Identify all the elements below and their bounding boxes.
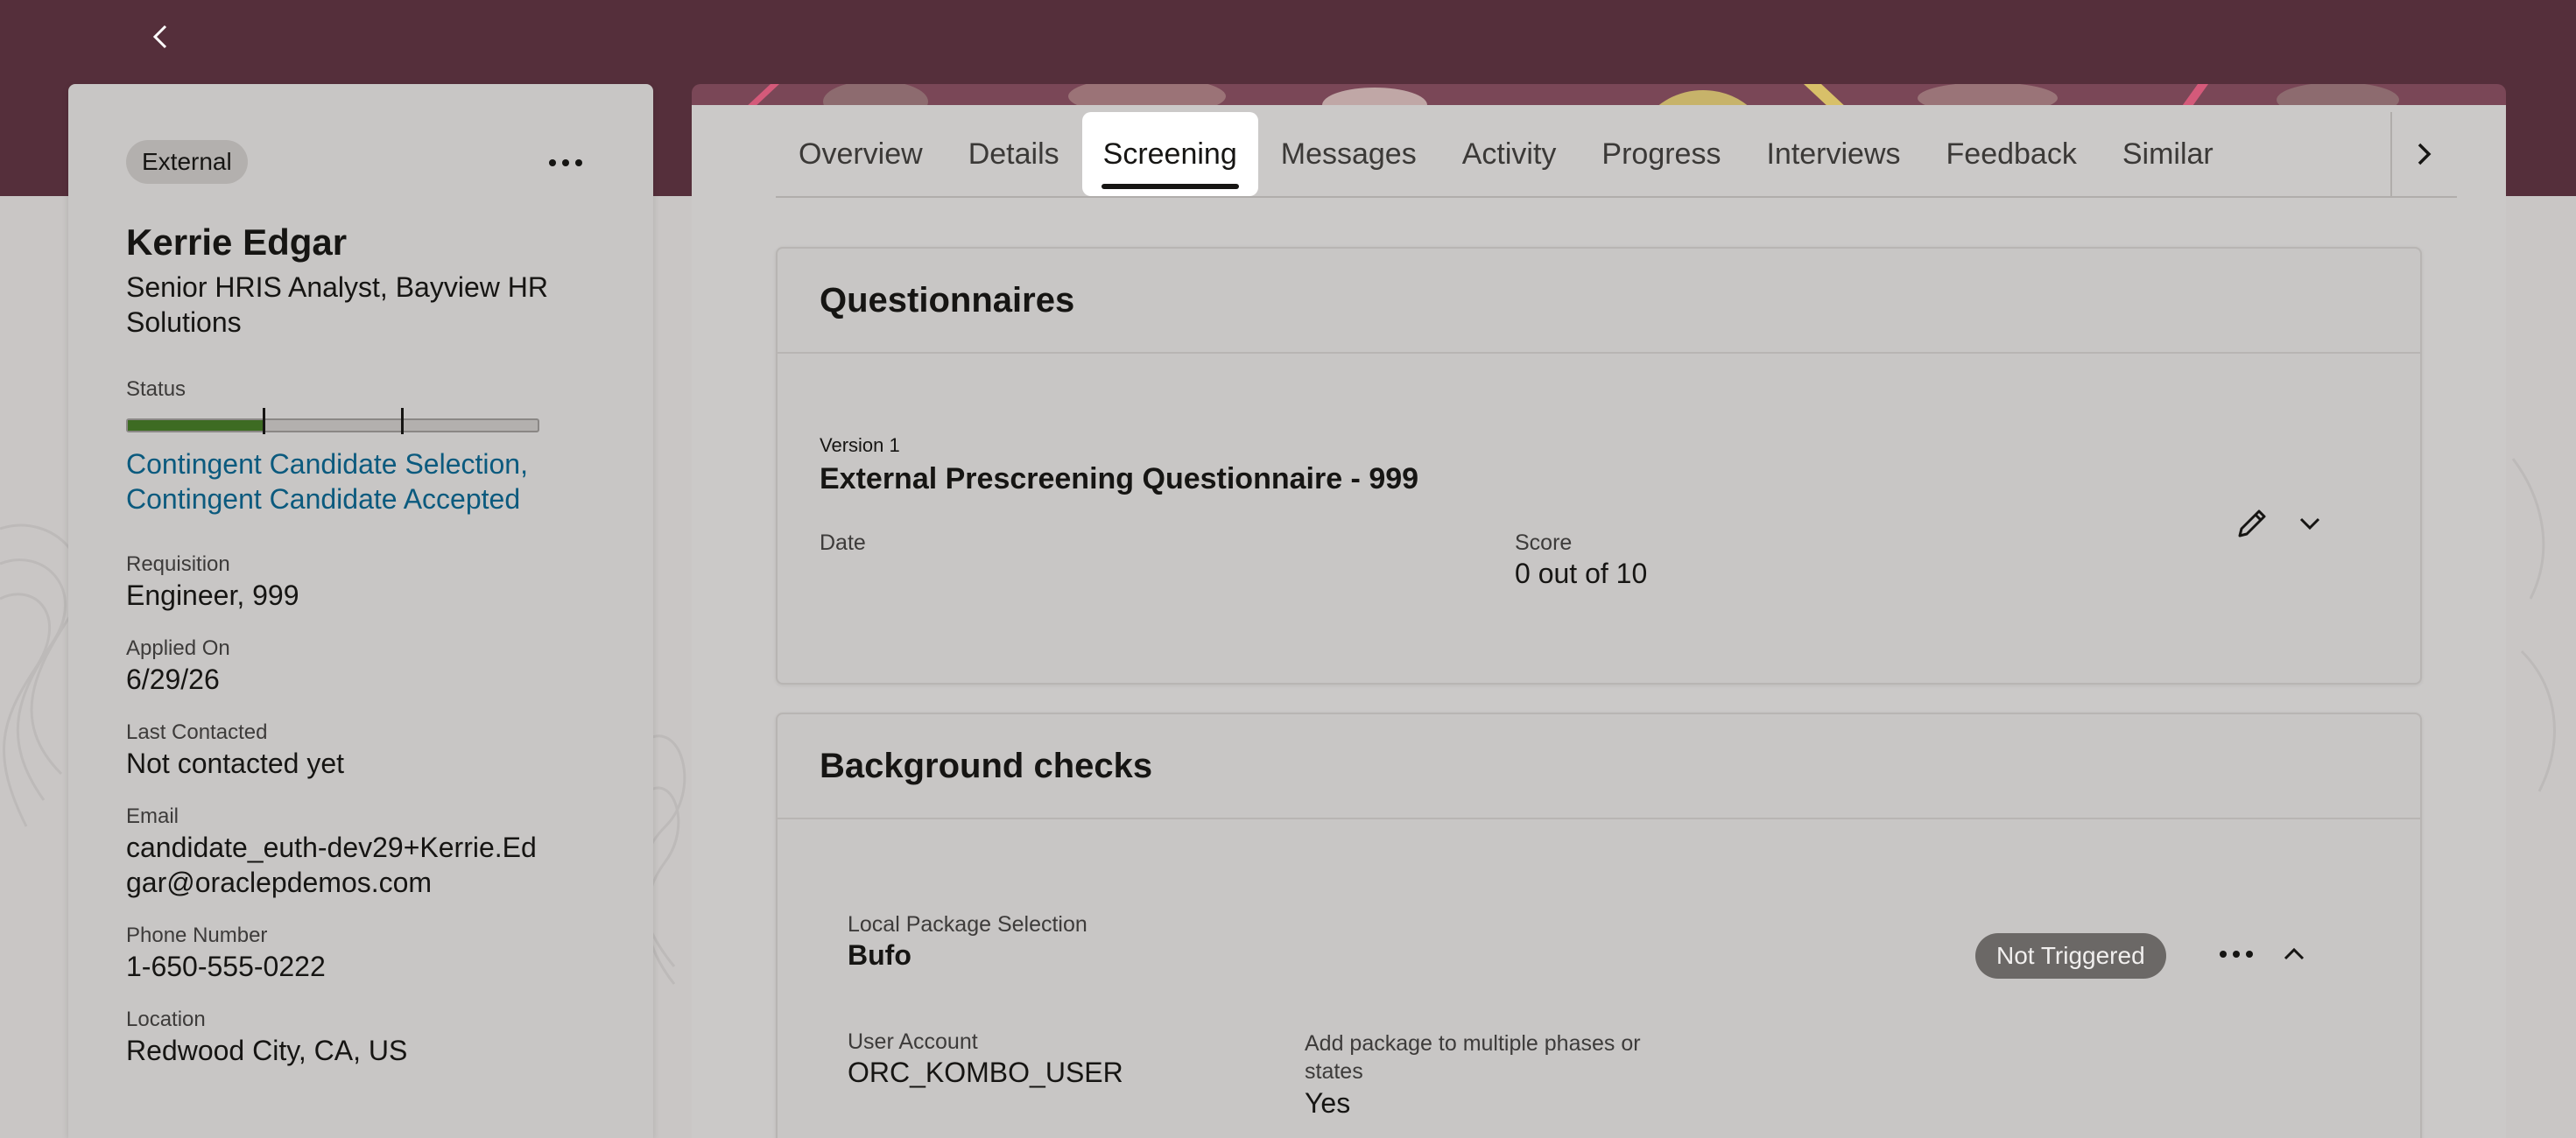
location-label: Location: [126, 1008, 206, 1032]
tab-messages[interactable]: Messages: [1258, 112, 1439, 196]
tab-feedback[interactable]: Feedback: [1924, 112, 2100, 196]
more-horizontal-icon: [549, 159, 582, 166]
status-progress-fill: [128, 420, 264, 432]
tab-progress[interactable]: Progress: [1579, 112, 1743, 196]
status-label: Status: [126, 377, 187, 402]
applied-on-label: Applied On: [126, 636, 230, 661]
source-badge: External: [126, 140, 248, 184]
pencil-icon: [2238, 509, 2266, 537]
email-label: Email: [126, 804, 179, 829]
questionnaire-date: Date: [820, 530, 866, 556]
last-contacted-label: Last Contacted: [126, 720, 268, 745]
tab-overview[interactable]: Overview: [776, 112, 946, 196]
candidate-title: Senior HRIS Analyst, Bayview HR Solution…: [126, 271, 548, 339]
multi-phase-field: Add package to multiple phases or states…: [1305, 1029, 1672, 1120]
chevron-left-icon: [152, 25, 167, 49]
expand-questionnaire-button[interactable]: [2289, 502, 2331, 544]
status-tick: [263, 408, 265, 435]
chevron-up-icon: [2284, 947, 2305, 960]
more-horizontal-icon: [2220, 951, 2253, 958]
applied-on-value: 6/29/26: [126, 664, 220, 696]
tab-similar[interactable]: Similar: [2100, 112, 2236, 196]
date-label: Date: [820, 530, 866, 555]
background-checks-heading: Background checks: [778, 714, 2420, 819]
tab-activity[interactable]: Activity: [1439, 112, 1580, 196]
tab-details[interactable]: Details: [946, 112, 1082, 196]
location-value: Redwood City, CA, US: [126, 1035, 408, 1067]
score-value: 0 out of 10: [1515, 558, 1648, 589]
status-badge: Not Triggered: [1975, 933, 2166, 979]
main-content-panel: Overview Details Screening Messages Acti…: [692, 105, 2506, 1138]
chevron-down-icon: [2299, 517, 2320, 530]
chevron-right-icon: [2418, 143, 2432, 165]
user-account-value: ORC_KOMBO_USER: [848, 1057, 1123, 1088]
tab-interviews[interactable]: Interviews: [1743, 112, 1923, 196]
package-more-actions-button[interactable]: [2210, 930, 2263, 979]
email-value: candidate_euth-dev29+Kerrie.Edgar@oracle…: [126, 832, 537, 899]
version-label: Version 1: [820, 434, 900, 456]
package-selection: Local Package Selection Bufo: [848, 912, 1087, 973]
last-contacted-value: Not contacted yet: [126, 748, 345, 780]
questionnaire-version: Version 1 External Prescreening Question…: [820, 434, 1418, 496]
user-account-label: User Account: [848, 1029, 978, 1054]
status-link[interactable]: Contingent Candidate Selection, Continge…: [126, 446, 573, 516]
requisition-label: Requisition: [126, 552, 230, 577]
questionnaire-title: External Prescreening Questionnaire - 99…: [820, 462, 1419, 495]
candidate-name: Kerrie Edgar: [126, 221, 348, 263]
status-progress-bar: [126, 408, 539, 435]
tab-screening[interactable]: Screening: [1081, 112, 1258, 196]
status-tick: [401, 408, 404, 435]
questionnaires-card: Questionnaires Version 1 External Prescr…: [776, 247, 2422, 685]
user-account-field: User Account ORC_KOMBO_USER: [848, 1029, 1123, 1090]
tab-bar: Overview Details Screening Messages Acti…: [776, 112, 2457, 198]
multi-phase-value: Yes: [1305, 1087, 1351, 1119]
back-button[interactable]: [140, 16, 182, 58]
score-label: Score: [1515, 530, 1573, 555]
tabs-scroll-right-button[interactable]: [2390, 112, 2457, 196]
phone-value: 1-650-555-0222: [126, 951, 326, 983]
multi-phase-label: Add package to multiple phases or states: [1305, 1031, 1641, 1084]
background-checks-card: Background checks Local Package Selectio…: [776, 713, 2422, 1138]
questionnaires-heading: Questionnaires: [778, 249, 2420, 354]
package-label: Local Package Selection: [848, 912, 1087, 937]
requisition-value: Engineer, 999: [126, 580, 299, 612]
candidate-summary-panel: External Kerrie Edgar Senior HRIS Analys…: [68, 84, 653, 1138]
edit-questionnaire-button[interactable]: [2228, 499, 2277, 548]
collapse-package-button[interactable]: [2273, 933, 2315, 975]
phone-label: Phone Number: [126, 924, 268, 948]
package-value: Bufo: [848, 939, 911, 971]
questionnaire-score: Score 0 out of 10: [1515, 530, 1647, 591]
more-actions-button[interactable]: [539, 137, 592, 189]
